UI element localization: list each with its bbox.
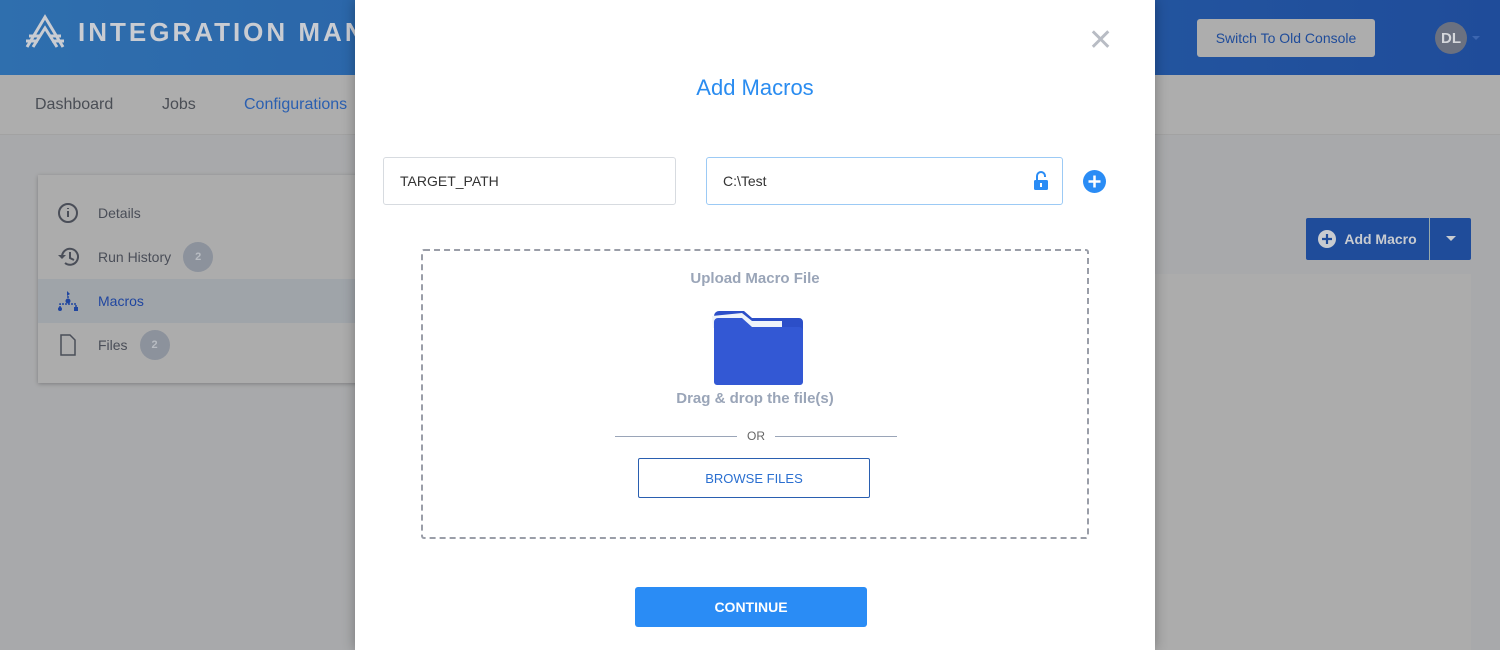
add-macro-split-button: Add Macro [1306,218,1471,260]
macro-name-input[interactable]: TARGET_PATH [383,157,676,205]
nav-configurations[interactable]: Configurations [244,96,347,114]
flow-icon [57,290,79,312]
sidebar-item-macros[interactable]: Macros [38,279,368,323]
sidebar-item-label: Files [98,337,128,353]
add-row-icon[interactable] [1083,170,1106,193]
chevron-down-icon[interactable] [1472,36,1480,44]
browse-files-button[interactable]: BROWSE FILES [638,458,870,498]
add-macros-dialog: ✕ Add Macros TARGET_PATH C:\Test Upload … [355,0,1155,650]
add-macro-button[interactable]: Add Macro [1306,218,1430,260]
file-icon [57,334,79,356]
folder-icon [712,311,803,385]
count-badge: 2 [183,242,214,272]
close-icon[interactable]: ✕ [1088,26,1113,56]
or-divider: OR [615,429,897,443]
logo-icon [25,14,65,48]
plus-circle-icon [1318,230,1337,248]
continue-button[interactable]: CONTINUE [635,587,867,627]
nav-dashboard[interactable]: Dashboard [35,96,113,114]
sidebar-item-label: Details [98,205,141,221]
unlock-icon[interactable] [1033,171,1049,191]
nav-jobs[interactable]: Jobs [162,96,196,114]
sidebar: Details Run History 2 Macros Files 2 [38,175,368,383]
sidebar-item-label: Macros [98,293,144,309]
avatar[interactable]: DL [1435,22,1467,54]
info-icon [57,202,79,224]
add-macro-dropdown-button[interactable] [1430,218,1471,260]
or-label: OR [747,429,765,443]
sidebar-item-label: Run History [98,249,172,265]
dialog-title: Add Macros [696,75,814,100]
count-badge: 2 [139,330,170,360]
sidebar-item-run-history[interactable]: Run History 2 [38,235,368,279]
upload-title: Upload Macro File [690,270,820,287]
sidebar-item-details[interactable]: Details [38,191,368,235]
add-macro-label: Add Macro [1344,231,1417,247]
macro-value-input[interactable]: C:\Test [706,157,1063,205]
caret-down-icon [1445,236,1456,241]
drag-drop-text: Drag & drop the file(s) [676,390,834,407]
content-panel [1155,274,1471,650]
history-icon [57,246,79,268]
switch-old-console-button[interactable]: Switch To Old Console [1197,19,1375,57]
file-dropzone[interactable]: Upload Macro File Drag & drop the file(s… [421,249,1089,539]
macro-value-text: C:\Test [723,173,767,189]
sidebar-item-files[interactable]: Files 2 [38,323,368,367]
